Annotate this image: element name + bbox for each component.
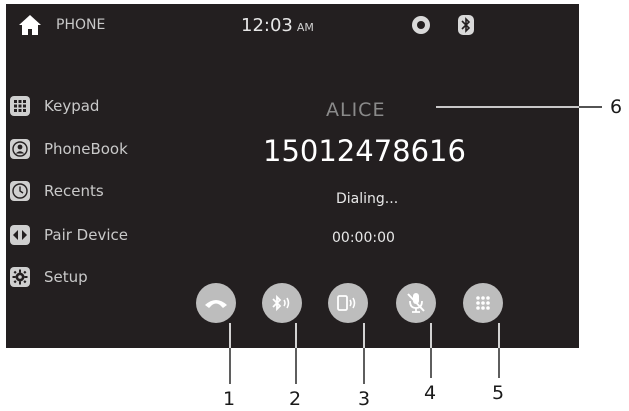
sidebar-item-pair-device[interactable]: Pair Device xyxy=(10,224,128,246)
call-duration: 00:00:00 xyxy=(332,230,395,246)
bluetooth-audio-icon xyxy=(272,294,290,312)
hang-up-button[interactable] xyxy=(196,283,236,323)
clock: 12:03 AM xyxy=(241,15,314,36)
sidebar-item-label: Pair Device xyxy=(44,226,128,244)
bluetooth-audio-button[interactable] xyxy=(262,283,302,323)
bluetooth-icon xyxy=(458,15,474,35)
settings-circle-icon[interactable] xyxy=(411,15,431,35)
pair-device-icon xyxy=(10,225,30,245)
call-status: Dialing... xyxy=(336,191,399,207)
sidebar-item-setup[interactable]: Setup xyxy=(10,266,88,288)
page-title: PHONE xyxy=(56,17,106,33)
keypad-icon xyxy=(10,96,30,116)
phonebook-icon xyxy=(10,139,30,159)
callout-5: 5 xyxy=(492,382,505,404)
callout-4: 4 xyxy=(424,382,437,404)
clock-time: 12:03 xyxy=(241,15,293,36)
keypad-button[interactable] xyxy=(463,283,503,323)
keypad-icon xyxy=(476,296,490,310)
callout-3: 3 xyxy=(358,388,371,410)
dialed-number: 15012478616 xyxy=(263,134,466,168)
hang-up-icon xyxy=(205,300,227,308)
sidebar-item-phonebook[interactable]: PhoneBook xyxy=(10,138,128,160)
callout-6: 6 xyxy=(610,96,623,118)
callout-1: 1 xyxy=(223,388,236,410)
car-phone-screen: PHONE 12:03 AM Keypad PhoneBook Recents … xyxy=(6,4,579,348)
caller-name: ALICE xyxy=(326,99,386,121)
clock-ampm: AM xyxy=(296,21,314,34)
callout-2: 2 xyxy=(289,388,302,410)
sidebar-item-label: Setup xyxy=(44,268,88,286)
sidebar-item-label: Keypad xyxy=(44,97,100,115)
mute-button[interactable] xyxy=(396,283,436,323)
sidebar-item-recents[interactable]: Recents xyxy=(10,180,104,202)
gear-icon xyxy=(10,267,30,287)
home-icon[interactable] xyxy=(18,14,42,36)
sidebar-item-label: PhoneBook xyxy=(44,140,128,158)
clock-icon xyxy=(10,181,30,201)
phone-audio-button[interactable] xyxy=(328,283,368,323)
phone-audio-icon xyxy=(337,295,356,311)
sidebar-item-keypad[interactable]: Keypad xyxy=(10,95,99,117)
mic-mute-icon xyxy=(407,293,425,313)
sidebar-item-label: Recents xyxy=(44,182,104,200)
